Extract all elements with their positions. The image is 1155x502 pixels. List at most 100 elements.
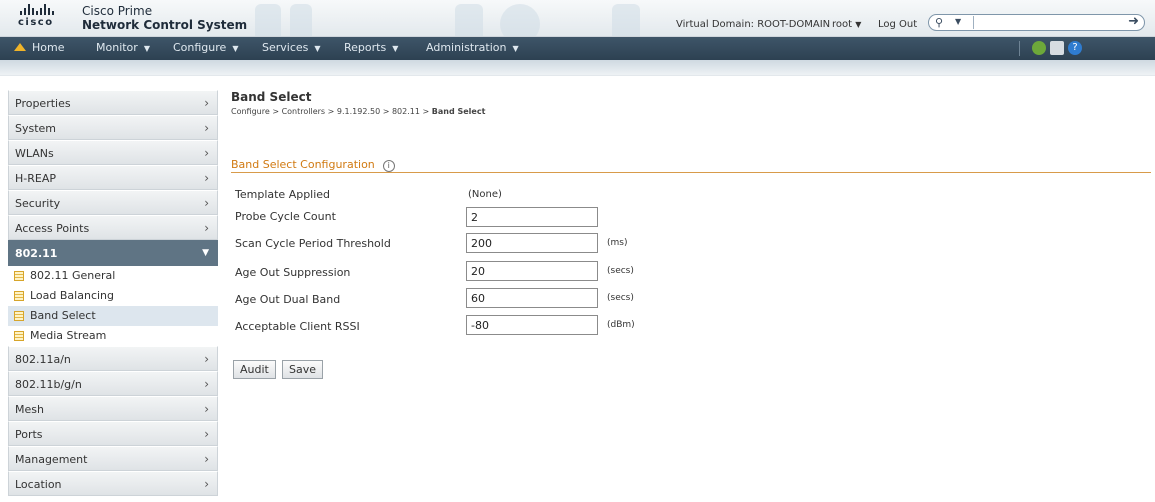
breadcrumb-item[interactable]: 802.11 — [392, 107, 420, 116]
section-title: Band Select Configuration i — [231, 158, 395, 172]
breadcrumb-item[interactable]: Controllers — [282, 107, 326, 116]
chevron-right-icon: › — [204, 352, 209, 366]
chevron-right-icon: › — [204, 96, 209, 110]
header-decoration — [612, 4, 640, 36]
sidebar-item-label: Ports — [15, 428, 43, 441]
chevron-down-icon: ▼ — [314, 44, 321, 53]
divider — [973, 16, 974, 29]
chevron-down-icon: ▼ — [855, 20, 862, 29]
sidebar-item-access-points[interactable]: Access Points › — [8, 215, 218, 240]
page-title: Band Select — [231, 90, 312, 104]
chevron-right-icon: › — [204, 146, 209, 160]
page-icon — [14, 331, 24, 341]
sidebar-item-802-11a-n[interactable]: 802.11a/n › — [8, 346, 218, 371]
sidebar-item-ports[interactable]: Ports › — [8, 421, 218, 446]
menu-configure[interactable]: Configure ▼ — [173, 41, 238, 54]
page-icon — [14, 311, 24, 321]
chevron-right-icon: › — [204, 402, 209, 416]
template-applied-value: (None) — [468, 189, 502, 200]
chevron-right-icon: › — [204, 477, 209, 491]
sidebar-subitem-band-select[interactable]: Band Select — [8, 306, 218, 326]
menu-monitor[interactable]: Monitor ▼ — [96, 41, 150, 54]
home-icon — [14, 43, 26, 51]
chevron-right-icon: › — [204, 452, 209, 466]
sidebar-subitem-load-balancing[interactable]: Load Balancing — [8, 286, 218, 306]
menu-shadow-bar — [0, 60, 1155, 76]
gear-icon[interactable] — [1032, 41, 1046, 55]
probe-cycle-count-input[interactable] — [466, 207, 598, 227]
sidebar-item-label: Location — [15, 478, 62, 491]
sidebar-subitem-media-stream[interactable]: Media Stream — [8, 326, 218, 346]
sidebar-item-management[interactable]: Management › — [8, 446, 218, 471]
divider — [1019, 41, 1020, 56]
user-name: root — [832, 19, 853, 30]
page-icon — [14, 291, 24, 301]
header-bar: cisco Cisco Prime Network Control System… — [0, 0, 1155, 37]
breadcrumb-item[interactable]: 9.1.192.50 — [337, 107, 380, 116]
virtual-domain: Virtual Domain: ROOT-DOMAIN — [676, 19, 831, 30]
sidebar-item-802-11b-g-n[interactable]: 802.11b/g/n › — [8, 371, 218, 396]
scan-cycle-period-threshold-input[interactable] — [466, 233, 598, 253]
header-decoration — [500, 4, 540, 36]
age-out-dual-band-input[interactable] — [466, 288, 598, 308]
product-subtitle: Network Control System — [82, 18, 248, 32]
save-button[interactable]: Save — [282, 360, 324, 379]
search-icon[interactable]: ⚲ — [935, 16, 943, 29]
sidebar-item-wlans[interactable]: WLANs › — [8, 140, 218, 165]
info-icon[interactable]: i — [382, 160, 395, 172]
section-divider — [231, 172, 1151, 173]
acceptable-client-rssi-input[interactable] — [466, 315, 598, 335]
arrow-right-icon[interactable]: ➜ — [1128, 14, 1139, 29]
unit-label: (secs) — [607, 266, 634, 276]
menu-services[interactable]: Services ▼ — [262, 41, 321, 54]
logo-text: cisco — [18, 17, 54, 28]
sidebar-item-h-reap[interactable]: H-REAP › — [8, 165, 218, 190]
product-name: Cisco Prime — [82, 4, 153, 18]
sidebar-subitem-label: Band Select — [30, 309, 96, 322]
menu-label: Configure — [173, 41, 227, 54]
menu-home[interactable]: Home — [14, 41, 64, 54]
chevron-down-icon[interactable]: ▼ — [955, 17, 961, 26]
sidebar-item-label: 802.11a/n — [15, 353, 71, 366]
unit-label: (dBm) — [607, 320, 635, 330]
menu-label: Home — [32, 41, 65, 54]
sidebar-subitem-label: 802.11 General — [30, 269, 116, 282]
header-decoration — [290, 4, 312, 36]
breadcrumb-current: Band Select — [431, 107, 486, 116]
main-menu: Home Monitor ▼ Configure ▼ Services ▼ Repor… — [0, 37, 1155, 60]
sidebar-item-label: WLANs — [15, 147, 54, 160]
search-input[interactable] — [977, 16, 1117, 29]
sidebar-item-security[interactable]: Security › — [8, 190, 218, 215]
sidebar-item-label: Mesh — [15, 403, 44, 416]
header-decoration — [455, 4, 483, 36]
menu-administration[interactable]: Administration ▼ — [426, 41, 519, 54]
chevron-right-icon: › — [204, 427, 209, 441]
sidebar-item-mesh[interactable]: Mesh › — [8, 396, 218, 421]
user-menu[interactable]: root ▼ — [832, 19, 861, 30]
sidebar-item-system[interactable]: System › — [8, 115, 218, 140]
sidebar-item-label: Security — [15, 197, 61, 210]
sidebar-item-802-11[interactable]: 802.11 ▼ — [8, 240, 218, 266]
age-out-suppression-input[interactable] — [466, 261, 598, 281]
print-icon[interactable] — [1050, 41, 1064, 55]
sidebar-subitem-label: Media Stream — [30, 329, 107, 342]
chevron-down-icon: ▼ — [512, 44, 519, 53]
menu-label: Administration — [426, 41, 507, 54]
sidebar-item-location[interactable]: Location › — [8, 471, 218, 496]
help-icon[interactable]: ? — [1068, 41, 1082, 55]
header-decoration — [255, 4, 281, 36]
sidebar-item-properties[interactable]: Properties › — [8, 90, 218, 115]
age-out-suppression-label: Age Out Suppression — [235, 266, 351, 279]
sidebar-subitem-802-11-general[interactable]: 802.11 General — [8, 266, 218, 286]
menu-reports[interactable]: Reports ▼ — [344, 41, 398, 54]
chevron-down-icon: ▼ — [143, 44, 150, 53]
sidebar-item-label: System — [15, 122, 57, 135]
chevron-right-icon: › — [204, 171, 209, 185]
audit-button[interactable]: Audit — [233, 360, 276, 379]
chevron-right-icon: › — [204, 121, 209, 135]
menu-label: Services — [262, 41, 309, 54]
logout-link[interactable]: Log Out — [878, 19, 917, 30]
chevron-down-icon: ▼ — [392, 44, 399, 53]
breadcrumb-item[interactable]: Configure — [231, 107, 270, 116]
cisco-logo: cisco — [18, 4, 76, 34]
